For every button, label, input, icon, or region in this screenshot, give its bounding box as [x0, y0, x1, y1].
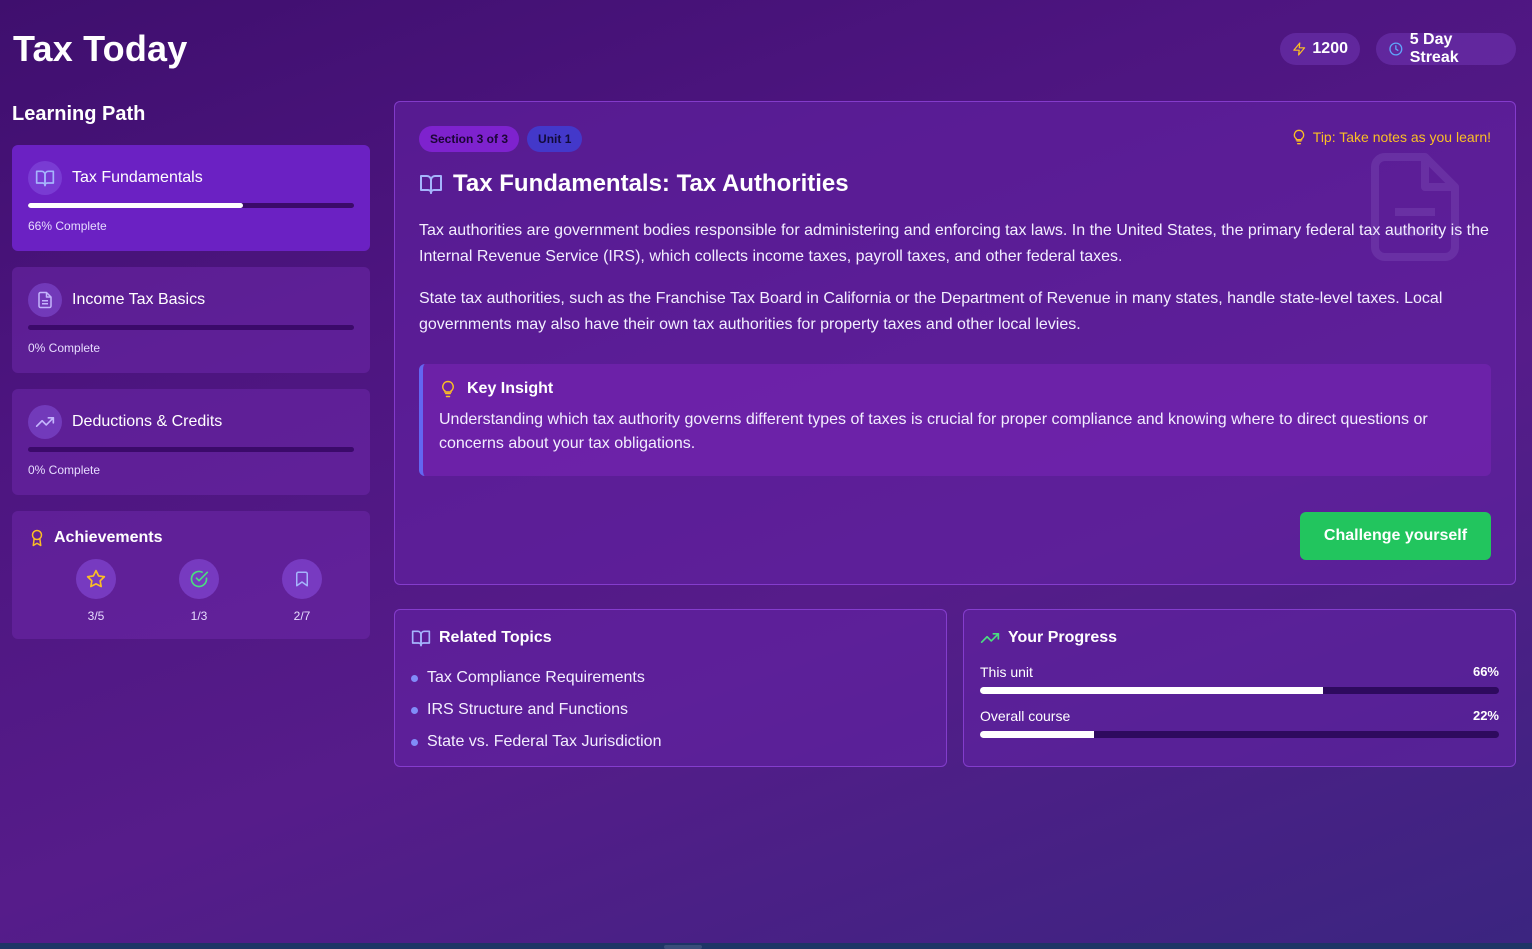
- streak-badge: 5 Day Streak: [1376, 31, 1516, 66]
- path-progress-bar: [28, 325, 354, 330]
- path-progress-text: 0% Complete: [28, 341, 101, 355]
- progress-row-course: Overall course 22%: [980, 708, 1499, 738]
- section-badge: Section 3 of 3: [419, 126, 520, 152]
- progress-label: Overall course: [980, 708, 1071, 724]
- path-progress-text: 66% Complete: [28, 219, 107, 233]
- path-item-income-tax-basics[interactable]: Income Tax Basics 0% Complete: [12, 267, 370, 373]
- related-topic-item[interactable]: Tax Compliance Requirements: [411, 662, 930, 694]
- tip-text: Tip: Take notes as you learn!: [1291, 129, 1491, 145]
- your-progress-card: Your Progress This unit 66% Overall cours…: [963, 609, 1516, 767]
- related-topic-item[interactable]: IRS Structure and Functions: [411, 694, 930, 726]
- scrollbar-thumb[interactable]: [664, 945, 702, 949]
- clock-icon: [1389, 42, 1403, 56]
- app-title: Tax Today: [13, 28, 188, 69]
- achievement-count: 3/5: [87, 609, 105, 623]
- progress-fill: [980, 687, 1323, 694]
- bullet-dot: [411, 706, 418, 714]
- bottom-scrollbar[interactable]: [0, 943, 1532, 949]
- progress-fill: [980, 731, 1095, 738]
- document-watermark-icon: [1371, 153, 1459, 261]
- book-icon: [411, 630, 431, 647]
- progress-value: 66%: [1472, 664, 1499, 679]
- lightbulb-icon: [442, 380, 454, 398]
- tip-label: Tip: Take notes as you learn!: [1312, 129, 1491, 145]
- achievement-completed[interactable]: 1/3: [179, 559, 219, 623]
- progress-row-unit: This unit 66%: [980, 664, 1499, 694]
- streak-value: 5 Day Streak: [1409, 31, 1459, 66]
- unit-badge: Unit 1: [527, 126, 583, 152]
- trend-up-icon: [980, 633, 1000, 643]
- bookmark-icon: [282, 559, 322, 599]
- achievement-count: 1/3: [190, 609, 208, 623]
- key-insight-text: Understanding which tax authority govern…: [439, 411, 1428, 452]
- path-item-tax-fundamentals[interactable]: Tax Fundamentals 66% Complete: [12, 145, 370, 251]
- related-topic-item[interactable]: State vs. Federal Tax Jurisdiction: [411, 726, 930, 758]
- lightning-icon: [1293, 42, 1306, 56]
- trend-up-icon: [28, 405, 62, 439]
- path-progress-bar: [28, 447, 354, 452]
- lesson-card: Section 3 of 3 Unit 1 Tip: Take notes as…: [394, 101, 1516, 585]
- path-item-label: Income Tax Basics: [72, 291, 206, 308]
- check-circle-icon: [179, 559, 219, 599]
- challenge-button[interactable]: Challenge yourself: [1300, 512, 1491, 560]
- path-progress-text: 0% Complete: [28, 463, 101, 477]
- progress-value: 22%: [1472, 708, 1499, 723]
- path-progress-bar: [28, 203, 354, 208]
- bullet-dot: [411, 674, 418, 682]
- progress-bar: [980, 731, 1499, 738]
- achievement-bookmarks[interactable]: 2/7: [282, 559, 322, 623]
- document-icon: [28, 283, 62, 317]
- achievement-stars[interactable]: 3/5: [76, 559, 116, 623]
- lesson-paragraph: Tax authorities are government bodies re…: [419, 222, 1489, 265]
- related-topic-label: State vs. Federal Tax Jurisdiction: [427, 733, 662, 750]
- related-topic-label: IRS Structure and Functions: [427, 701, 628, 718]
- bullet-dot: [411, 738, 418, 746]
- path-progress-fill: [28, 203, 244, 208]
- achievements-card: Achievements 3/5 1/3 2/7: [12, 511, 370, 639]
- learning-path-heading: Learning Path: [12, 103, 146, 125]
- path-item-label: Tax Fundamentals: [72, 169, 203, 186]
- related-topic-label: Tax Compliance Requirements: [427, 669, 645, 686]
- lightbulb-icon: [1293, 129, 1305, 145]
- achievement-count: 2/7: [293, 609, 311, 623]
- path-item-label: Deductions & Credits: [72, 413, 223, 430]
- book-icon: [420, 175, 442, 194]
- award-icon: [31, 529, 43, 547]
- lesson-title: Tax Fundamentals: Tax Authorities: [453, 170, 849, 197]
- points-badge: 1200: [1280, 33, 1360, 65]
- progress-bar: [980, 687, 1499, 694]
- book-icon: [28, 161, 62, 195]
- points-value: 1200: [1312, 40, 1348, 57]
- lesson-paragraph: State tax authorities, such as the Franc…: [419, 290, 1443, 333]
- related-topics-card: Related Topics Tax Compliance Requiremen…: [394, 609, 947, 767]
- achievements-title: Achievements: [54, 529, 163, 546]
- your-progress-title: Your Progress: [1008, 629, 1118, 646]
- path-item-deductions-credits[interactable]: Deductions & Credits 0% Complete: [12, 389, 370, 495]
- star-icon: [76, 559, 116, 599]
- related-topics-title: Related Topics: [439, 629, 552, 646]
- progress-label: This unit: [980, 664, 1033, 680]
- key-insight-box: Key Insight Understanding which tax auth…: [419, 364, 1491, 476]
- key-insight-title: Key Insight: [467, 380, 554, 397]
